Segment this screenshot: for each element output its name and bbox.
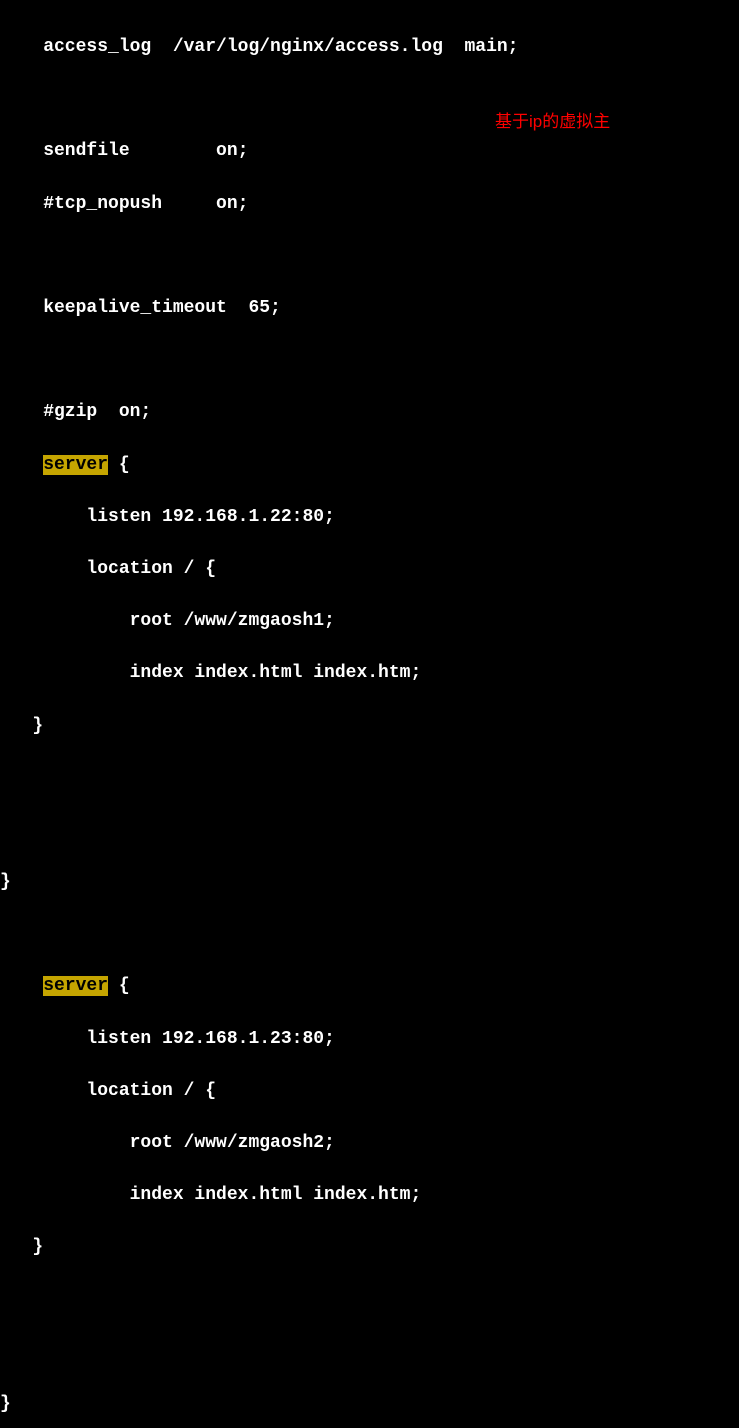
code-line: location / { <box>0 1078 739 1104</box>
code-line <box>0 817 739 843</box>
code-line: } <box>0 1391 739 1417</box>
code-line: index index.html index.htm; <box>0 660 739 686</box>
code-line: #tcp_nopush on; <box>0 191 739 217</box>
code-line <box>0 86 739 112</box>
code-line <box>0 347 739 373</box>
code-line <box>0 243 739 269</box>
code-line: listen 192.168.1.22:80; <box>0 504 739 530</box>
code-line: root /www/zmgaosh1; <box>0 608 739 634</box>
code-line <box>0 921 739 947</box>
server-keyword-highlight: server <box>43 455 108 475</box>
code-line: listen 192.168.1.23:80; <box>0 1026 739 1052</box>
code-line: sendfile on; <box>0 138 739 164</box>
code-line <box>0 1287 739 1313</box>
annotation-text: 基于ip的虚拟主 <box>495 110 610 135</box>
code-line: root /www/zmgaosh2; <box>0 1130 739 1156</box>
code-line: #gzip on; <box>0 399 739 425</box>
code-line: } <box>0 713 739 739</box>
code-line: keepalive_timeout 65; <box>0 295 739 321</box>
code-line: index index.html index.htm; <box>0 1182 739 1208</box>
code-line <box>0 1339 739 1365</box>
code-line <box>0 765 739 791</box>
code-line: server { <box>0 452 739 478</box>
code-line: } <box>0 1234 739 1260</box>
code-line: location / { <box>0 556 739 582</box>
code-line: server { <box>0 973 739 999</box>
server-keyword-highlight: server <box>43 976 108 996</box>
config-code-block: access_log /var/log/nginx/access.log mai… <box>0 8 739 1428</box>
code-line: } <box>0 869 739 895</box>
code-line: access_log /var/log/nginx/access.log mai… <box>0 34 739 60</box>
